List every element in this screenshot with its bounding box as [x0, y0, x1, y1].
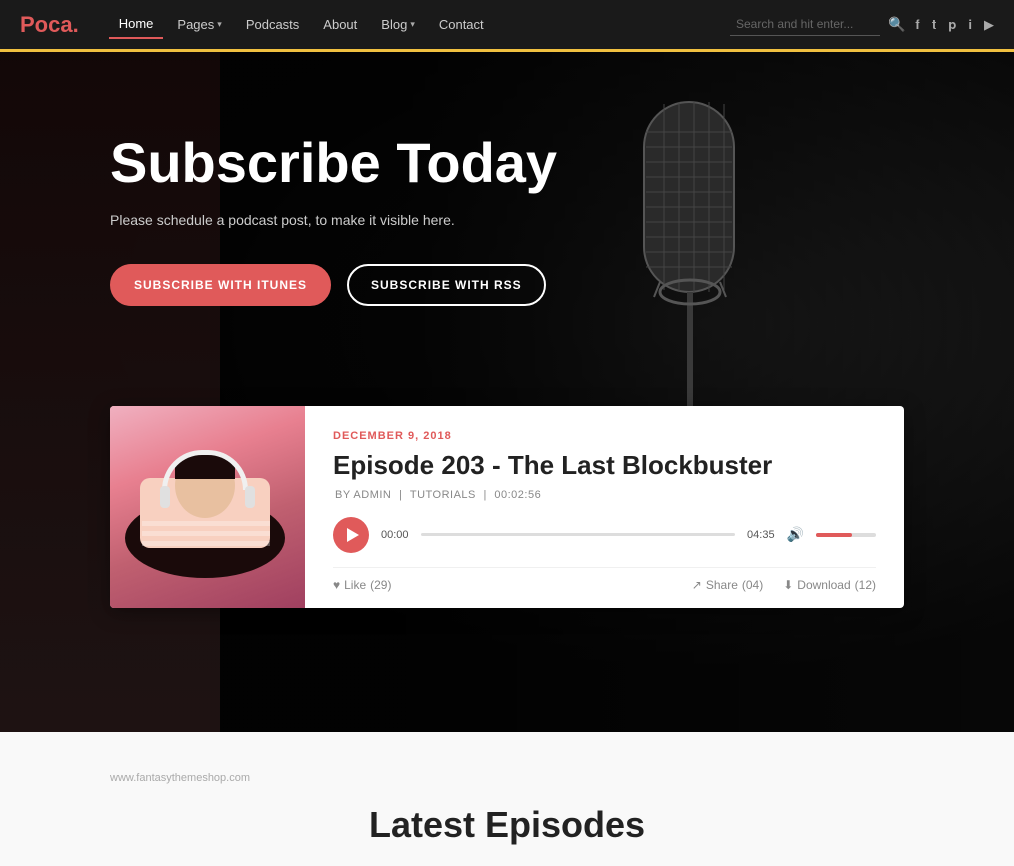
hero-content: Subscribe Today Please schedule a podcas… — [0, 52, 1014, 406]
search-button[interactable]: 🔍 — [888, 16, 905, 33]
episode-card: DECEMBER 9, 2018 Episode 203 - The Last … — [110, 406, 904, 608]
nav-link-pages[interactable]: Pages ▾ — [167, 11, 231, 38]
share-icon: ↗ — [692, 578, 702, 592]
thumb-figure — [110, 406, 305, 608]
like-count: (29) — [370, 578, 391, 592]
volume-bar[interactable] — [816, 533, 876, 537]
nav-item-podcasts: Podcasts — [236, 11, 309, 38]
navbar: Poca. Home Pages ▾ Podcasts About Blog ▾… — [0, 0, 1014, 52]
pinterest-icon[interactable]: 𝐩 — [948, 17, 956, 33]
episode-thumbnail — [110, 406, 305, 608]
time-current: 00:00 — [381, 529, 409, 541]
social-icons-nav: 𝐟 𝐭 𝐩 𝐢 ▶ — [915, 17, 994, 33]
nav-item-pages: Pages ▾ — [167, 11, 231, 38]
nav-link-about[interactable]: About — [313, 11, 367, 38]
search-input[interactable] — [730, 13, 880, 36]
hero-title: Subscribe Today — [110, 132, 904, 194]
share-label: Share — [706, 578, 738, 592]
thumb-bg — [110, 406, 305, 608]
share-count: (04) — [742, 578, 763, 592]
episode-actions: ♥ Like (29) ↗ Share (04) ⬇ Download (12) — [333, 567, 876, 592]
nav-link-home[interactable]: Home — [109, 10, 164, 39]
episode-date: DECEMBER 9, 2018 — [333, 430, 876, 442]
nav-menu: Home Pages ▾ Podcasts About Blog ▾ Conta… — [109, 10, 730, 39]
subscribe-itunes-button[interactable]: SUBSCRIBE WITH ITUNES — [110, 264, 331, 306]
download-label: Download — [797, 578, 850, 592]
heart-icon: ♥ — [333, 578, 340, 592]
hero-buttons: SUBSCRIBE WITH ITUNES SUBSCRIBE WITH RSS — [110, 264, 904, 306]
headphone-left — [160, 486, 170, 508]
progress-bar[interactable] — [421, 533, 736, 536]
play-button[interactable] — [333, 517, 369, 553]
episode-info: DECEMBER 9, 2018 Episode 203 - The Last … — [305, 406, 904, 608]
nav-item-contact: Contact — [429, 11, 494, 38]
chevron-down-icon-2: ▾ — [410, 19, 415, 30]
brand-name: Poca — [20, 12, 73, 37]
time-end: 04:35 — [747, 529, 775, 541]
brand-logo[interactable]: Poca. — [20, 12, 79, 38]
audio-player: 00:00 04:35 🔊 — [333, 517, 876, 553]
play-icon — [347, 528, 359, 542]
instagram-icon[interactable]: 𝐢 — [968, 17, 972, 33]
nav-item-about: About — [313, 11, 367, 38]
facebook-icon[interactable]: 𝐟 — [915, 17, 919, 33]
nav-blog-label: Blog — [381, 17, 407, 32]
share-button[interactable]: ↗ Share (04) — [692, 578, 763, 592]
headphone-right — [245, 486, 255, 508]
nav-link-podcasts[interactable]: Podcasts — [236, 11, 309, 38]
episode-meta: BY ADMIN | TUTORIALS | 00:02:56 — [333, 489, 876, 501]
episode-category: TUTORIALS — [410, 489, 476, 501]
shirt-stripe-3 — [142, 521, 270, 526]
hero-section: Subscribe Today Please schedule a podcas… — [0, 52, 1014, 732]
site-url: www.fantasythemeshop.com — [110, 772, 904, 784]
like-label: Like — [344, 578, 366, 592]
download-button[interactable]: ⬇ Download (12) — [783, 578, 876, 592]
episode-title: Episode 203 - The Last Blockbuster — [333, 450, 876, 481]
twitter-icon[interactable]: 𝐭 — [932, 17, 936, 33]
chevron-down-icon: ▾ — [217, 19, 222, 30]
headphones — [162, 450, 248, 490]
search-container: 🔍 — [730, 13, 905, 36]
bottom-section: www.fantasythemeshop.com Latest Episodes — [0, 732, 1014, 866]
nav-pages-label: Pages — [177, 17, 214, 32]
episode-author: BY ADMIN — [335, 489, 391, 501]
like-button[interactable]: ♥ Like (29) — [333, 578, 391, 592]
volume-icon: 🔊 — [787, 526, 804, 543]
nav-link-blog[interactable]: Blog ▾ — [371, 11, 425, 38]
download-count: (12) — [855, 578, 876, 592]
nav-item-blog: Blog ▾ — [371, 11, 425, 38]
volume-fill — [816, 533, 852, 537]
action-right-group: ↗ Share (04) ⬇ Download (12) — [692, 578, 876, 592]
brand-dot: . — [73, 12, 79, 37]
download-icon: ⬇ — [783, 578, 793, 592]
meta-separator-2: | — [483, 489, 490, 501]
episode-duration: 00:02:56 — [494, 489, 541, 501]
nav-item-home: Home — [109, 10, 164, 39]
subscribe-rss-button[interactable]: SUBSCRIBE WITH RSS — [347, 264, 546, 306]
latest-episodes-title: Latest Episodes — [110, 804, 904, 846]
youtube-icon[interactable]: ▶ — [984, 17, 994, 33]
shirt-stripe-1 — [142, 541, 270, 546]
meta-separator-1: | — [399, 489, 406, 501]
shirt-stripe-2 — [142, 531, 270, 536]
nav-link-contact[interactable]: Contact — [429, 11, 494, 38]
hero-subtitle: Please schedule a podcast post, to make … — [110, 212, 904, 228]
